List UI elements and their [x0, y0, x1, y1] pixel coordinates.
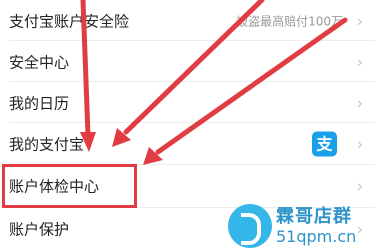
watermark: 霖哥店群 51qpm.cn	[228, 200, 375, 250]
arrow-line	[155, 17, 348, 155]
arrow-line	[80, 0, 91, 138]
watermark-logo-icon	[228, 204, 272, 248]
watermark-url: 51qpm.cn	[276, 227, 357, 246]
watermark-title: 霖哥店群	[276, 206, 352, 227]
arrow-line	[123, 0, 265, 135]
arrow-head	[80, 132, 96, 152]
